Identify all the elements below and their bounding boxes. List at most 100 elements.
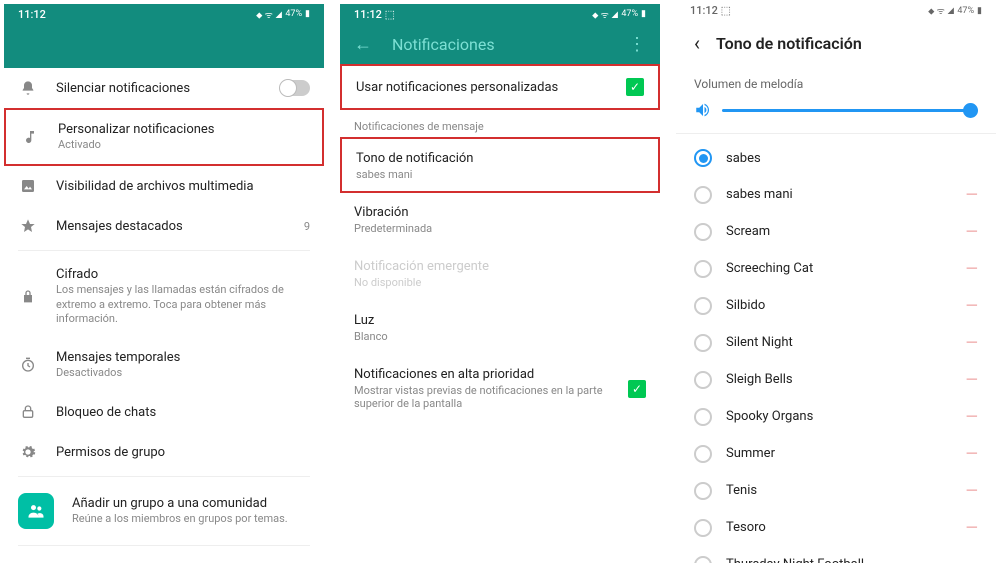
settings-list: Silenciar notificaciones Personalizar no… — [4, 68, 324, 563]
radio-icon[interactable] — [694, 556, 712, 564]
bell-icon — [18, 80, 38, 96]
back-arrow-icon[interactable]: ← — [354, 34, 372, 55]
menu-dots-icon[interactable]: ⋮ — [628, 34, 646, 55]
setting-disappearing[interactable]: Mensajes temporales Desactivados — [4, 338, 324, 392]
tone-item[interactable]: Silent Night — — [676, 324, 996, 361]
remove-icon[interactable]: — — [966, 407, 978, 426]
remove-icon[interactable]: — — [966, 444, 978, 463]
tone-item[interactable]: Tenis — — [676, 472, 996, 509]
vibration[interactable]: Vibración Predeterminada — [340, 193, 660, 247]
remove-icon[interactable]: — — [966, 481, 978, 500]
use-custom-notifications[interactable]: Usar notificaciones personalizadas ✓ — [340, 64, 660, 110]
slider-thumb[interactable] — [963, 103, 978, 118]
setting-title: Bloqueo de chats — [56, 405, 310, 420]
setting-permissions[interactable]: Permisos de grupo — [4, 432, 324, 472]
phone-ringtone-picker: 11:12 ⬚ ⬥ ᯤ ◢ 47%▮ ‹ Tono de notificació… — [676, 4, 996, 563]
lock-icon — [18, 289, 38, 305]
setting-subtitle: Reúne a los miembros en grupos por temas… — [72, 512, 310, 526]
tone-item[interactable]: Screeching Cat — — [676, 250, 996, 287]
notif-label: Luz — [354, 313, 646, 328]
notif-label: Notificaciones en alta prioridad — [354, 367, 628, 382]
radio-icon[interactable] — [694, 519, 712, 537]
tone-item[interactable]: sabes — [676, 140, 996, 176]
toggle-switch[interactable] — [280, 80, 310, 96]
checkbox-checked-icon[interactable]: ✓ — [626, 78, 644, 96]
divider — [18, 476, 310, 477]
setting-subtitle: Activado — [58, 138, 308, 152]
status-time: 11:12 ⬚ — [354, 8, 395, 21]
chat-lock-icon — [18, 404, 38, 420]
music-note-icon — [20, 129, 40, 145]
status-bar: 11:12 ⬚ ⬥ ᯤ ◢ 47%▮ — [676, 4, 996, 17]
slider-track[interactable] — [722, 109, 978, 112]
setting-chat-lock[interactable]: Bloqueo de chats — [4, 392, 324, 432]
remove-icon[interactable]: — — [966, 555, 978, 563]
tone-item[interactable]: Silbido — — [676, 287, 996, 324]
popup-notification: Notificación emergente No disponible — [340, 247, 660, 301]
notif-label: Usar notificaciones personalizadas — [356, 80, 626, 95]
notif-subtitle: Mostrar vistas previas de notificaciones… — [354, 384, 628, 410]
section-label: Notificaciones de mensaje — [340, 110, 660, 137]
remove-icon[interactable]: — — [966, 333, 978, 352]
setting-encryption[interactable]: Cifrado Los mensajes y las llamadas está… — [4, 255, 324, 338]
setting-mute[interactable]: Silenciar notificaciones — [4, 68, 324, 108]
light[interactable]: Luz Blanco — [340, 301, 660, 355]
setting-starred[interactable]: Mensajes destacados 9 — [4, 206, 324, 246]
radio-icon[interactable] — [694, 223, 712, 241]
setting-community[interactable]: Añadir un grupo a una comunidad Reúne a … — [4, 481, 324, 541]
back-chevron-icon[interactable]: ‹ — [694, 31, 700, 55]
radio-icon[interactable] — [694, 149, 712, 167]
tone-name: Spooky Organs — [726, 409, 952, 424]
notif-label: Notificación emergente — [354, 259, 646, 274]
checkbox-checked-icon[interactable]: ✓ — [628, 380, 646, 398]
speaker-icon — [694, 101, 712, 119]
remove-icon[interactable]: — — [966, 222, 978, 241]
notification-tone[interactable]: Tono de notificación sabes mani — [340, 137, 660, 193]
tone-item[interactable]: sabes mani — — [676, 176, 996, 213]
notif-subtitle: sabes mani — [356, 168, 644, 181]
remove-icon[interactable]: — — [966, 518, 978, 537]
radio-icon[interactable] — [694, 408, 712, 426]
volume-label: Volumen de melodía — [694, 77, 978, 91]
remove-icon[interactable]: — — [966, 185, 978, 204]
tone-item[interactable]: Scream — — [676, 213, 996, 250]
radio-icon[interactable] — [694, 297, 712, 315]
radio-icon[interactable] — [694, 334, 712, 352]
tone-item[interactable]: Sleigh Bells — — [676, 361, 996, 398]
volume-slider[interactable] — [694, 101, 978, 119]
status-icons: ⬥ ᯤ ◢ 47%▮ — [592, 8, 646, 21]
volume-section: Volumen de melodía — [676, 69, 996, 134]
tone-item[interactable]: Summer — — [676, 435, 996, 472]
setting-media[interactable]: Visibilidad de archivos multimedia — [4, 166, 324, 206]
radio-icon[interactable] — [694, 482, 712, 500]
tone-name: Scream — [726, 224, 952, 239]
setting-customize[interactable]: Personalizar notificaciones Activado — [4, 108, 324, 166]
timer-icon — [18, 357, 38, 373]
tone-item[interactable]: Spooky Organs — — [676, 398, 996, 435]
setting-title: Permisos de grupo — [56, 445, 310, 460]
tone-name: Screeching Cat — [726, 261, 952, 276]
radio-icon[interactable] — [694, 260, 712, 278]
tone-name: Silent Night — [726, 335, 952, 350]
notif-subtitle: Blanco — [354, 330, 646, 343]
status-icons: ⬥ ᯤ ◢ 47%▮ — [256, 8, 310, 21]
tone-item[interactable]: Thursday Night Football — — [676, 546, 996, 563]
setting-subtitle: Desactivados — [56, 366, 310, 380]
radio-icon[interactable] — [694, 445, 712, 463]
search-icon[interactable] — [294, 562, 310, 563]
setting-title: Silenciar notificaciones — [56, 81, 262, 96]
status-bar: 11:12 ⬥ ᯤ ◢ 47%▮ — [4, 4, 324, 24]
notif-subtitle: Predeterminada — [354, 222, 646, 235]
remove-icon[interactable]: — — [966, 296, 978, 315]
tone-name: Tenis — [726, 483, 952, 498]
radio-icon[interactable] — [694, 371, 712, 389]
tone-name: Tesoro — [726, 520, 952, 535]
tone-item[interactable]: Tesoro — — [676, 509, 996, 546]
radio-icon[interactable] — [694, 186, 712, 204]
notif-label: Vibración — [354, 205, 646, 220]
remove-icon[interactable]: — — [966, 370, 978, 389]
high-priority[interactable]: Notificaciones en alta prioridad Mostrar… — [340, 355, 660, 422]
tone-name: Summer — [726, 446, 952, 461]
phone-whatsapp-settings: 11:12 ⬥ ᯤ ◢ 47%▮ Silenciar notificacione… — [4, 4, 324, 563]
remove-icon[interactable]: — — [966, 259, 978, 278]
